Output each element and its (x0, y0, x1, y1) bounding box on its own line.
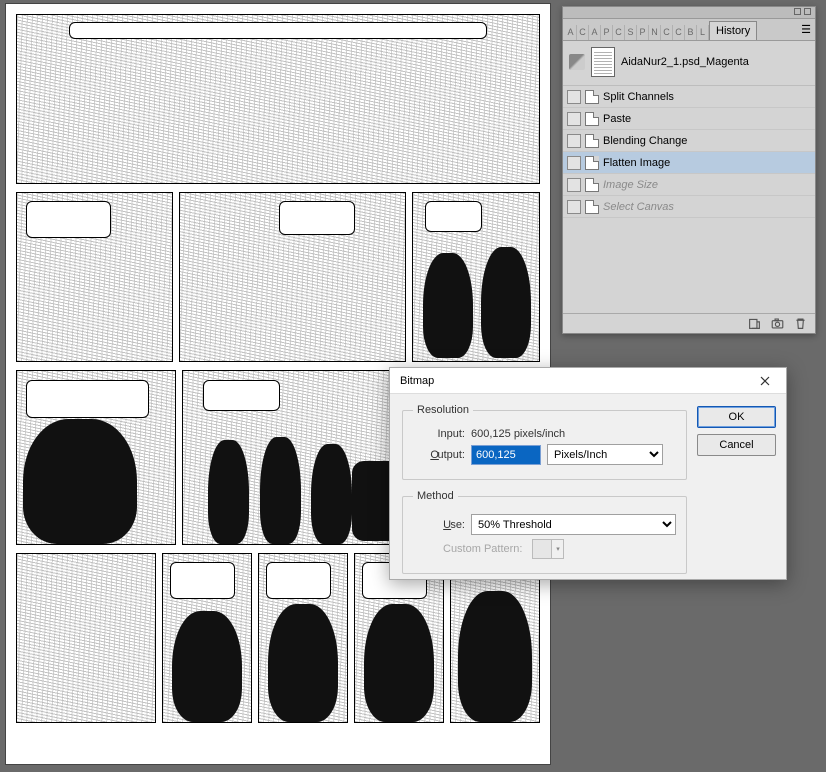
panel-tab-collapsed[interactable]: A (565, 25, 577, 40)
collapse-icon[interactable] (794, 8, 801, 15)
bitmap-dialog: Bitmap Resolution Input: 600,125 pixels/… (389, 367, 787, 580)
resolution-legend: Resolution (413, 404, 473, 416)
new-document-from-state-icon[interactable] (748, 317, 761, 330)
history-state-label: Split Channels (603, 91, 674, 103)
panel-tab-collapsed[interactable]: P (637, 25, 649, 40)
history-step-icon (585, 178, 599, 192)
panel-window-controls (563, 7, 815, 19)
dialog-titlebar[interactable]: Bitmap (390, 368, 786, 394)
panel-tab-collapsed[interactable]: C (613, 25, 625, 40)
history-state-label: Image Size (603, 179, 658, 191)
history-state[interactable]: Paste (563, 108, 815, 130)
history-state[interactable]: Blending Change (563, 130, 815, 152)
history-state[interactable]: Image Size (563, 174, 815, 196)
trash-icon[interactable] (794, 317, 807, 330)
custom-pattern-swatch (532, 539, 552, 559)
history-step-icon (585, 134, 599, 148)
history-state[interactable]: Select Canvas (563, 196, 815, 218)
panel-tab-collapsed[interactable]: N (649, 25, 661, 40)
history-state-label: Select Canvas (603, 201, 674, 213)
history-state-label: Blending Change (603, 135, 687, 147)
history-source-well[interactable] (567, 200, 581, 214)
history-step-icon (585, 200, 599, 214)
method-legend: Method (413, 490, 458, 502)
history-source-well[interactable] (567, 156, 581, 170)
use-method-select[interactable]: 50% Threshold (471, 514, 676, 535)
history-source-well[interactable] (567, 90, 581, 104)
comic-panel (16, 14, 540, 184)
panel-tab-collapsed[interactable]: P (601, 25, 613, 40)
panel-tab-collapsed[interactable]: C (673, 25, 685, 40)
history-source-well[interactable] (567, 178, 581, 192)
history-step-icon (585, 156, 599, 170)
history-panel-footer (563, 313, 815, 333)
dialog-title: Bitmap (400, 375, 434, 387)
use-method-label: Use: (413, 519, 465, 531)
panel-tab-collapsed[interactable]: S (625, 25, 637, 40)
resolution-unit-select[interactable]: Pixels/Inch (547, 444, 663, 465)
panel-tab-collapsed[interactable]: B (685, 25, 697, 40)
custom-pattern-label: Custom Pattern: (443, 543, 522, 555)
history-state-label: Paste (603, 113, 631, 125)
history-step-icon (585, 90, 599, 104)
panel-menu-icon[interactable]: ☰ (799, 21, 813, 38)
panel-tab-collapsed[interactable]: C (577, 25, 589, 40)
panel-tab-collapsed[interactable]: L (697, 25, 709, 40)
tab-history[interactable]: History (709, 21, 757, 40)
history-brush-icon (569, 54, 585, 70)
close-panel-icon[interactable] (804, 8, 811, 15)
cancel-button[interactable]: Cancel (697, 434, 776, 456)
input-resolution-value: 600,125 pixels/inch (471, 428, 565, 440)
dialog-close-button[interactable] (748, 370, 782, 392)
history-source-well[interactable] (567, 112, 581, 126)
history-panel: ACAPCSPNCCBLHistory☰ AidaNur2_1.psd_Mage… (562, 6, 816, 334)
panel-tab-strip: ACAPCSPNCCBLHistory☰ (563, 19, 815, 41)
method-group: Method Use: 50% Threshold Custom Pattern… (402, 490, 687, 574)
history-state[interactable]: Flatten Image (563, 152, 815, 174)
history-source-row[interactable]: AidaNur2_1.psd_Magenta (563, 41, 815, 86)
output-resolution-input[interactable] (471, 445, 541, 465)
history-state-label: Flatten Image (603, 157, 670, 169)
panel-tab-collapsed[interactable]: A (589, 25, 601, 40)
output-resolution-label: Output: (413, 449, 465, 461)
close-icon (760, 376, 770, 386)
ok-button[interactable]: OK (697, 406, 776, 428)
panel-tab-collapsed[interactable]: C (661, 25, 673, 40)
history-step-icon (585, 112, 599, 126)
history-state-list: Split Channels Paste Blending Change Flatte… (563, 86, 815, 218)
history-source-well[interactable] (567, 134, 581, 148)
document-filename: AidaNur2_1.psd_Magenta (621, 56, 749, 68)
custom-pattern-dropdown: ▾ (552, 539, 564, 559)
snapshot-icon[interactable] (771, 317, 784, 330)
input-resolution-label: Input: (413, 428, 465, 440)
document-thumbnail (591, 47, 615, 77)
resolution-group: Resolution Input: 600,125 pixels/inch Ou… (402, 404, 687, 480)
history-state[interactable]: Split Channels (563, 86, 815, 108)
